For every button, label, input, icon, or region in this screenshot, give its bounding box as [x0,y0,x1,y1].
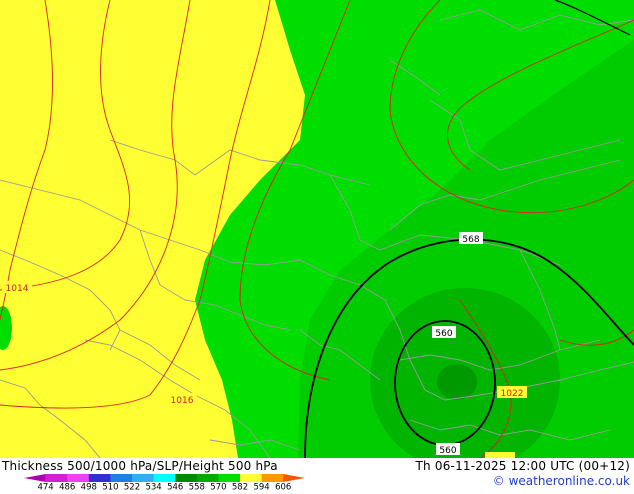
legend-tick-label: 606 [275,483,291,491]
pressure-label-1016: 1016 [167,393,197,406]
pressure-label-1014-text: 1014 [6,284,29,294]
weather-map: 568 560 560 1014 1016 1022 [0,0,634,458]
forecast-datetime: Th 06-11-2025 12:00 UTC (00+12) [415,459,630,473]
legend-tick-label: 498 [81,483,97,491]
map-title: Thickness 500/1000 hPa/SLP/Height 500 hP… [2,459,278,473]
height-label-560-upper: 560 [432,326,456,339]
height-label-560-lower: 560 [436,443,460,456]
legend-arrow-right [283,474,305,482]
legend-tick-label: 582 [232,483,248,491]
legend-tick-label: 558 [189,483,205,491]
legend-tick-label: 546 [167,483,183,491]
legend-tick-label: 486 [59,483,75,491]
thickness-field-522 [437,364,477,400]
pressure-label-1022-text: 1022 [501,389,524,399]
legend-tick-label: 474 [37,483,53,491]
pressure-label-1022: 1022 [497,386,527,399]
height-label-560-lower-text: 560 [439,446,456,456]
height-label-568-text: 568 [462,235,479,245]
legend-tick-label: 594 [253,483,269,491]
legend-swatch [153,474,176,482]
legend-swatch [88,474,111,482]
legend-swatch [261,474,284,482]
legend-swatch [45,474,68,482]
legend-tick-label: 510 [102,483,118,491]
pressure-label-1016-text: 1016 [171,396,194,406]
legend-swatch [175,474,198,482]
legend-swatch [196,474,219,482]
source-credit[interactable]: © weatheronline.co.uk [493,474,630,488]
map-footer: Thickness 500/1000 hPa/SLP/Height 500 hP… [0,458,634,493]
legend-swatch [110,474,133,482]
legend-swatch [218,474,241,482]
legend-tick-label: 570 [210,483,226,491]
legend-swatch [240,474,263,482]
legend-scale: 474 486 498 510 522 534 546 558 570 582 594 606 [24,474,305,493]
height-label-568: 568 [459,232,483,245]
legend-swatch [132,474,155,482]
legend-tick-label: 534 [145,483,161,491]
color-legend: 474 486 498 510 522 534 546 558 570 582 594 606 [18,474,318,493]
height-label-560-upper-text: 560 [435,329,452,339]
legend-tick-label: 522 [124,483,140,491]
map-canvas: 568 560 560 1014 1016 1022 [0,0,634,458]
legend-swatch [67,474,90,482]
pressure-label-1014: 1014 [2,281,32,294]
legend-arrow-left [24,474,46,482]
